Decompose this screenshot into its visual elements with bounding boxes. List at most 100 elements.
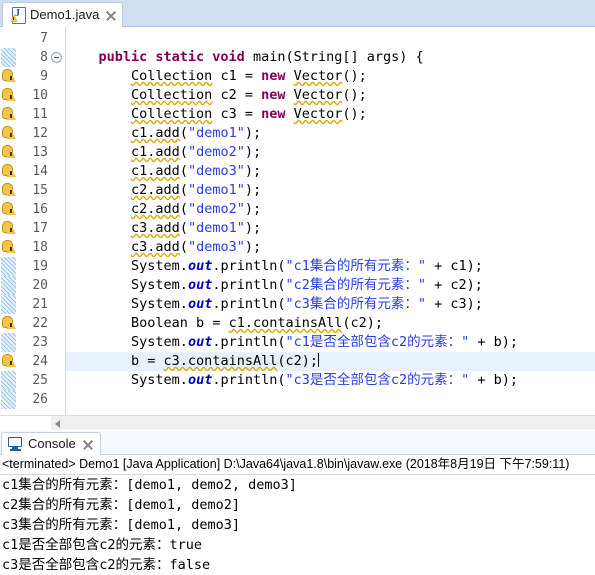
code-line[interactable]: c3.add("demo1"); [66,219,261,238]
line-number: 8 [40,50,48,65]
code-surface[interactable]: public static void main(String[] args) {… [66,27,595,415]
console-tab-label: Console [28,436,76,451]
code-folding-ruler[interactable] [50,27,66,415]
code-token: "c1集合的所有元素：" [285,258,426,274]
code-token: (); [342,87,367,103]
code-token: Collection [131,68,213,84]
code-token: Vector [293,106,343,122]
code-token: "demo3" [187,163,245,179]
code-line[interactable]: c1.add("demo3"); [66,162,261,181]
code-token: ); [244,220,262,236]
code-token: c1 = [212,68,262,84]
close-icon[interactable] [105,10,116,21]
code-line[interactable]: c2.add("demo1"); [66,181,261,200]
code-line[interactable]: b = c3.containsAll(c2); [66,352,319,371]
warning-marker-icon[interactable] [1,87,16,104]
scroll-left-arrow-icon[interactable] [55,420,60,428]
code-token: new [261,87,294,103]
code-token: .println( [212,372,286,388]
code-token: + c3); [426,296,483,312]
code-token: "demo1" [187,182,245,198]
code-line[interactable]: Collection c1 = new Vector(); [66,67,367,86]
warning-marker-icon[interactable] [1,239,16,256]
code-token: "c3集合的所有元素：" [285,296,426,312]
code-line[interactable]: c2.add("demo2"); [66,200,261,219]
code-token: ( [179,125,188,141]
code-token: "demo2" [187,144,245,160]
code-line[interactable]: System.out.println("c2集合的所有元素：" + c2); [66,276,483,295]
code-token: c2.add [131,201,180,217]
line-number: 13 [32,145,48,160]
code-token: out [187,334,213,350]
code-token: "c1是否全部包含c2的元素：" [285,334,470,350]
warning-marker-icon[interactable] [1,106,16,123]
line-number: 21 [32,297,48,312]
code-line[interactable]: public static void main(String[] args) { [66,48,424,67]
code-line[interactable]: System.out.println("c3集合的所有元素：" + c3); [66,295,483,314]
line-number: 19 [32,259,48,274]
annotation-ruler[interactable] [0,27,18,415]
code-token: System. [131,334,188,350]
code-token: .println( [212,334,286,350]
editor-tab-demo1-java[interactable]: J Demo1.java [2,2,124,27]
editor-horizontal-scrollbar[interactable] [51,415,595,430]
code-line[interactable]: c1.add("demo1"); [66,124,261,143]
warning-marker-icon[interactable] [1,182,16,199]
code-token: (c2); [342,315,384,331]
console-divider [0,474,595,475]
code-token: c3.add [131,220,180,236]
warning-marker-icon[interactable] [1,144,16,161]
editor-text-area[interactable]: 7 8 9 10 11 12 13 14 15 16 17 18 19 20 21 22 23 24 25 26 pu… [0,27,595,415]
close-icon[interactable] [82,439,93,450]
code-token: .println( [212,258,286,274]
line-number: 20 [32,278,48,293]
code-line[interactable]: c1.add("demo2"); [66,143,261,162]
code-token: c2 = [212,87,262,103]
warning-marker-icon[interactable] [1,315,16,332]
code-line[interactable]: c3.add("demo3"); [66,238,261,257]
code-token: "demo3" [187,239,245,255]
code-line[interactable]: Collection c2 = new Vector(); [66,86,367,105]
code-token: Vector [293,87,343,103]
code-token: out [187,258,213,274]
warning-marker-icon[interactable] [1,125,16,142]
code-token: "demo1" [187,220,245,236]
editor-bottom-strip [0,415,51,430]
code-line[interactable]: System.out.println("c1集合的所有元素：" + c1); [66,257,483,276]
code-token: new [261,106,294,122]
console-tab[interactable]: Console [1,432,101,455]
warning-marker-icon[interactable] [1,163,16,180]
code-token: System. [131,258,188,274]
code-token: out [187,372,213,388]
code-token: "c2集合的所有元素：" [285,277,426,293]
line-number: 7 [40,31,48,46]
console-terminated-line: <terminated> Demo1 [Java Application] D:… [2,457,570,471]
code-line[interactable]: Collection c3 = new Vector(); [66,105,367,124]
console-output-area[interactable]: <terminated> Demo1 [Java Application] D:… [0,455,595,575]
fold-collapse-icon[interactable] [51,52,62,63]
warning-marker-icon[interactable] [1,353,16,370]
code-token: "demo2" [187,201,245,217]
line-number: 14 [32,164,48,179]
code-line[interactable]: Boolean b = c1.containsAll(c2); [66,314,383,333]
code-token: ( [179,182,188,198]
warning-marker-icon[interactable] [1,220,16,237]
code-token: + b); [469,372,519,388]
warning-marker-icon[interactable] [1,68,16,85]
code-token: ( [179,201,188,217]
line-number: 25 [32,373,48,388]
annotation-stripe [1,276,16,295]
code-token: Boolean b = [131,315,229,331]
warning-marker-icon[interactable] [1,201,16,218]
code-token: b = [131,353,164,369]
code-line[interactable]: System.out.println("c3是否全部包含c2的元素：" + b)… [66,371,518,390]
line-number: 18 [32,240,48,255]
console-output-line: c1是否全部包含c2的元素：true [2,537,203,553]
editor-tab-label: Demo1.java [30,7,100,22]
code-line[interactable]: System.out.println("c1是否全部包含c2的元素：" + b)… [66,333,518,352]
